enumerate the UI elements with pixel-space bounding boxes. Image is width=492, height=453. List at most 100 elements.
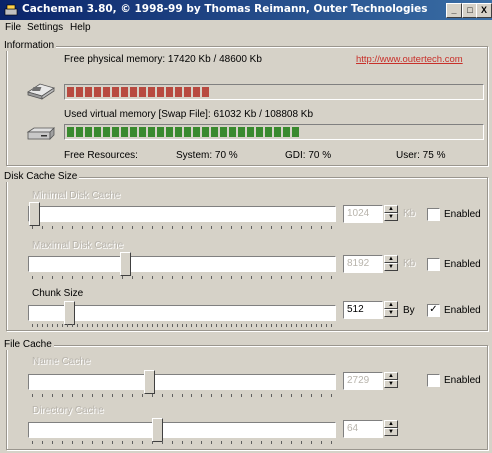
minimal-disk-cache-input[interactable]: 1024 bbox=[343, 205, 383, 223]
slider-tick bbox=[191, 276, 193, 279]
menu-settings[interactable]: Settings bbox=[27, 22, 63, 33]
slider-tick bbox=[121, 441, 123, 444]
name-cache-input[interactable]: 2729 bbox=[343, 372, 383, 390]
spin-down-icon[interactable]: ▼ bbox=[384, 309, 398, 317]
slider-tick bbox=[206, 324, 208, 327]
name-cache-enabled-checkbox[interactable] bbox=[427, 374, 440, 387]
name-cache-slider[interactable] bbox=[143, 370, 155, 394]
minimal-disk-cache-enabled-label: Enabled bbox=[444, 209, 481, 220]
chunk-size-enabled-checkbox[interactable]: ✓ bbox=[427, 304, 440, 317]
maximal-disk-cache-enabled-checkbox[interactable] bbox=[427, 258, 440, 271]
slider-tick bbox=[71, 324, 73, 327]
slider-tick bbox=[321, 276, 323, 279]
minimal-disk-cache-label: Minimal Disk Cache bbox=[32, 190, 121, 201]
slider-tick bbox=[161, 324, 163, 327]
spin-down-icon[interactable]: ▼ bbox=[384, 428, 398, 436]
slider-tick bbox=[191, 324, 193, 327]
maximal-disk-cache-value: 8192 bbox=[347, 258, 370, 269]
title-bar[interactable]: Cacheman 3.80, © 1998-99 by Thomas Reima… bbox=[0, 0, 492, 20]
slider-tick bbox=[211, 441, 213, 444]
slider-tick bbox=[151, 226, 153, 229]
spin-up-icon[interactable]: ▲ bbox=[384, 205, 398, 213]
slider-tick bbox=[291, 226, 293, 229]
slider-tick bbox=[41, 276, 43, 279]
virtual-memory-label: Used virtual memory [Swap File]: 61032 K… bbox=[64, 109, 314, 120]
slider-tick bbox=[191, 441, 193, 444]
maximal-disk-cache-unit: Kb bbox=[403, 258, 416, 269]
slider-tick bbox=[241, 226, 243, 229]
slider-tick bbox=[311, 441, 313, 444]
slider-tick bbox=[76, 324, 78, 327]
directory-cache-spinner[interactable]: ▲ ▼ bbox=[384, 420, 398, 436]
directory-cache-ticks bbox=[32, 441, 332, 446]
directory-cache-label: Directory Cache bbox=[32, 405, 104, 416]
spin-down-icon[interactable]: ▼ bbox=[384, 380, 398, 388]
minimal-disk-cache-track bbox=[28, 206, 336, 222]
slider-tick bbox=[326, 324, 328, 327]
slider-tick bbox=[201, 276, 203, 279]
slider-tick bbox=[316, 324, 318, 327]
minimize-button[interactable]: _ bbox=[446, 3, 462, 18]
maximal-disk-cache-enabled-label: Enabled bbox=[444, 259, 481, 270]
slider-tick bbox=[331, 276, 332, 279]
slider-tick bbox=[32, 226, 33, 229]
spin-up-icon[interactable]: ▲ bbox=[384, 372, 398, 380]
directory-cache-slider[interactable] bbox=[152, 418, 164, 442]
meter-segment bbox=[67, 87, 74, 97]
maximal-disk-cache-spinner[interactable]: ▲ ▼ bbox=[384, 255, 398, 271]
slider-tick bbox=[321, 324, 323, 327]
system-resources-label: System: 70 % bbox=[176, 150, 238, 161]
slider-tick bbox=[291, 394, 293, 397]
spin-up-icon[interactable]: ▲ bbox=[384, 255, 398, 263]
maximal-disk-cache-input[interactable]: 8192 bbox=[343, 255, 383, 273]
slider-tick bbox=[71, 276, 73, 279]
name-cache-spinner[interactable]: ▲ ▼ bbox=[384, 372, 398, 388]
spin-up-icon[interactable]: ▲ bbox=[384, 301, 398, 309]
slider-tick bbox=[221, 394, 223, 397]
maximal-disk-cache-slider[interactable] bbox=[120, 252, 132, 276]
slider-tick bbox=[121, 276, 123, 279]
minimal-disk-cache-unit: Kb bbox=[403, 208, 416, 219]
slider-tick bbox=[121, 394, 123, 397]
close-button[interactable]: X bbox=[476, 3, 492, 18]
spin-down-icon[interactable]: ▼ bbox=[384, 263, 398, 271]
slider-tick bbox=[51, 324, 53, 327]
slider-tick bbox=[211, 226, 213, 229]
chunk-size-value: 512 bbox=[347, 304, 364, 315]
outertech-link[interactable]: http://www.outertech.com bbox=[356, 54, 463, 65]
slider-tick bbox=[61, 226, 63, 229]
slider-tick bbox=[251, 276, 253, 279]
directory-cache-input[interactable]: 64 bbox=[343, 420, 383, 438]
menu-help[interactable]: Help bbox=[70, 22, 91, 33]
chunk-size-input[interactable]: 512 bbox=[343, 301, 383, 319]
menu-file[interactable]: File bbox=[5, 22, 21, 33]
slider-tick bbox=[131, 226, 133, 229]
slider-tick bbox=[136, 324, 138, 327]
slider-tick bbox=[311, 226, 313, 229]
minimal-disk-cache-enabled-checkbox[interactable] bbox=[427, 208, 440, 221]
slider-tick bbox=[111, 226, 113, 229]
meter-segment bbox=[94, 127, 101, 137]
minimal-disk-cache-slider[interactable] bbox=[29, 202, 40, 226]
slider-tick bbox=[71, 441, 73, 444]
meter-segment bbox=[148, 127, 155, 137]
slider-tick bbox=[321, 441, 323, 444]
slider-tick bbox=[211, 324, 213, 327]
slider-tick bbox=[32, 394, 33, 397]
slider-tick bbox=[261, 394, 263, 397]
meter-segment bbox=[193, 127, 200, 137]
slider-tick bbox=[91, 441, 93, 444]
slider-tick bbox=[176, 324, 178, 327]
directory-cache-track bbox=[28, 422, 336, 438]
slider-tick bbox=[171, 226, 173, 229]
directory-cache-value: 64 bbox=[347, 423, 359, 434]
slider-tick bbox=[221, 441, 223, 444]
chunk-size-slider[interactable] bbox=[64, 301, 76, 325]
slider-tick bbox=[71, 226, 73, 229]
spin-down-icon[interactable]: ▼ bbox=[384, 213, 398, 221]
spin-up-icon[interactable]: ▲ bbox=[384, 420, 398, 428]
minimal-disk-cache-spinner[interactable]: ▲ ▼ bbox=[384, 205, 398, 221]
slider-tick bbox=[321, 394, 323, 397]
chunk-size-spinner[interactable]: ▲ ▼ bbox=[384, 301, 398, 317]
meter-segment bbox=[175, 87, 182, 97]
